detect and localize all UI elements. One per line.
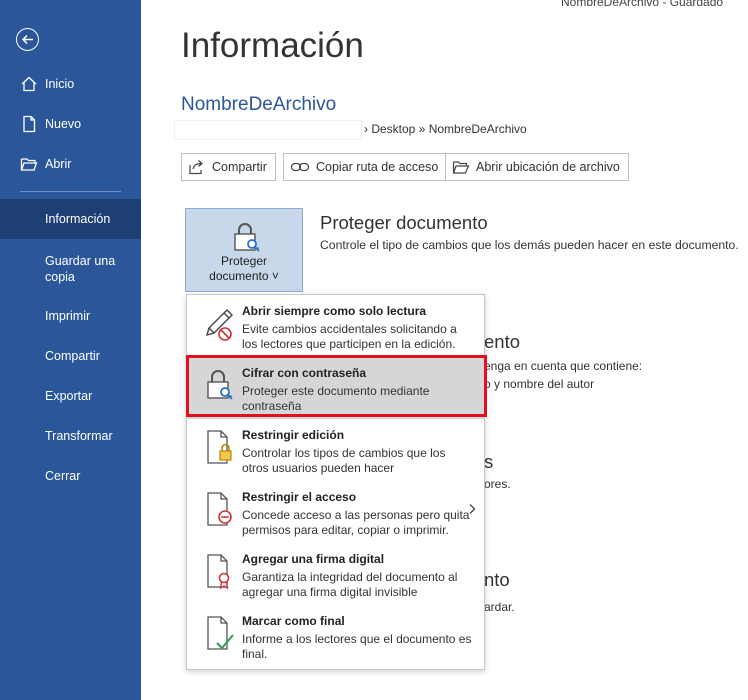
sidebar-item-abrir[interactable]: Abrir [0, 152, 141, 176]
menu-item-description: Garantiza la integridad del documento al… [242, 570, 458, 599]
protect-description: Controle el tipo de cambios que los demá… [320, 238, 739, 252]
sidebar-item-label: Información [45, 212, 111, 226]
protect-heading: Proteger documento [320, 212, 488, 233]
sidebar-item-exportar[interactable]: Exportar [0, 384, 141, 408]
menu-item-encrypt-password[interactable]: Cifrar con contraseña Proteger este docu… [187, 357, 484, 419]
file-path: › Desktop » NombreDeArchivo [364, 122, 527, 136]
file-name: NombreDeArchivo [181, 94, 337, 115]
sidebar-item-label: Exportar [45, 389, 93, 403]
document-lock-icon [207, 430, 232, 464]
window-title-remnant: NombreDeArchivo - Guardado [561, 0, 724, 9]
sidebar-item-imprimir[interactable]: Imprimir [0, 304, 141, 328]
arrow-left-icon [21, 34, 33, 45]
sidebar-item-label: Cerrar [45, 469, 81, 483]
share-button-label: Compartir [212, 160, 267, 174]
open-location-button[interactable]: Abrir ubicación de archivo [445, 153, 629, 181]
sidebar-item-label: Nuevo [45, 117, 82, 131]
share-button[interactable]: Compartir [181, 153, 276, 181]
sidebar-item-transformar[interactable]: Transformar [0, 424, 141, 448]
sidebar-item-cerrar[interactable]: Cerrar [0, 464, 141, 488]
menu-item-title: Cifrar con contraseña [242, 366, 367, 380]
versions-text-fragment: ores. [484, 477, 511, 491]
menu-item-title: Marcar como final [242, 614, 345, 628]
sidebar-item-label: Compartir [45, 349, 100, 363]
protect-document-label: Proteger documento ˅ [209, 254, 279, 283]
link-icon [290, 162, 310, 172]
menu-item-description: Proteger este documento mediante contras… [242, 384, 430, 413]
sidebar-item-label: Abrir [45, 157, 72, 171]
menu-item-title: Restringir el acceso [242, 490, 357, 504]
inspect-text-fragment: enga en cuenta que contiene: [484, 359, 643, 373]
new-document-icon [23, 115, 36, 133]
folder-open-icon [452, 160, 470, 174]
sidebar-item-label: Guardar una copia [45, 254, 116, 284]
copy-path-label: Copiar ruta de acceso [316, 160, 439, 174]
menu-item-title: Abrir siempre como solo lectura [242, 304, 427, 318]
inspect-text-fragment: o y nombre del autor [484, 377, 595, 391]
inspect-heading-fragment: ento [484, 331, 521, 352]
sidebar-item-informacion[interactable]: Información [0, 199, 141, 239]
path-redacted-area [174, 120, 362, 140]
menu-item-description: Concede acceso a las personas pero quita… [242, 508, 470, 537]
menu-item-description: Evite cambios accidentales solicitando a… [242, 322, 457, 351]
menu-item-restrict-editing[interactable]: Restringir edición Controlar los tipos d… [187, 419, 484, 481]
home-icon [21, 76, 37, 92]
menu-item-restrict-access[interactable]: Restringir el acceso Concede acceso a la… [187, 481, 484, 543]
sidebar-item-nuevo[interactable]: Nuevo [0, 112, 141, 136]
versions-heading-fragment: s [484, 451, 494, 472]
menu-item-title: Agregar una firma digital [242, 552, 385, 566]
document-check-icon [207, 616, 234, 650]
sidebar-item-label: Inicio [45, 77, 75, 91]
lock-key-icon [207, 370, 233, 400]
document-restrict-icon [207, 492, 232, 526]
sidebar-item-inicio[interactable]: Inicio [0, 72, 141, 96]
menu-item-title: Restringir edición [242, 428, 345, 442]
pencil-forbidden-icon [205, 309, 233, 341]
sidebar-item-label: Imprimir [45, 309, 91, 323]
document-ribbon-icon [207, 554, 230, 590]
manage-text-fragment: ardar. [484, 600, 515, 614]
menu-item-digital-signature[interactable]: Agregar una firma digital Garantiza la i… [187, 543, 484, 605]
protect-document-button[interactable]: Proteger documento ˅ [185, 208, 303, 292]
menu-item-mark-final[interactable]: Marcar como final Informe a los lectores… [187, 605, 484, 667]
copy-path-button[interactable]: Copiar ruta de acceso [283, 153, 448, 181]
lock-key-icon [234, 223, 260, 252]
open-location-label: Abrir ubicación de archivo [476, 160, 620, 174]
protect-document-menu: Abrir siempre como solo lectura Evite ca… [186, 294, 485, 670]
backstage-sidebar: Inicio Nuevo Abrir Información Guardar u… [0, 0, 141, 700]
menu-item-read-only[interactable]: Abrir siempre como solo lectura Evite ca… [187, 295, 484, 357]
chevron-right-icon [469, 504, 476, 514]
sidebar-item-guardar-copia[interactable]: Guardar una copia [0, 251, 141, 287]
menu-item-description: Informe a los lectores que el documento … [242, 632, 472, 661]
folder-open-icon [20, 158, 38, 171]
menu-item-description: Controlar los tipos de cambios que los o… [242, 446, 446, 475]
sidebar-divider [20, 191, 121, 192]
manage-heading-fragment: nto [484, 569, 510, 590]
sidebar-item-label: Transformar [45, 429, 113, 443]
sidebar-item-compartir[interactable]: Compartir [0, 344, 141, 368]
share-icon [189, 160, 203, 175]
page-title: Información [181, 26, 364, 65]
back-button[interactable] [16, 28, 39, 51]
